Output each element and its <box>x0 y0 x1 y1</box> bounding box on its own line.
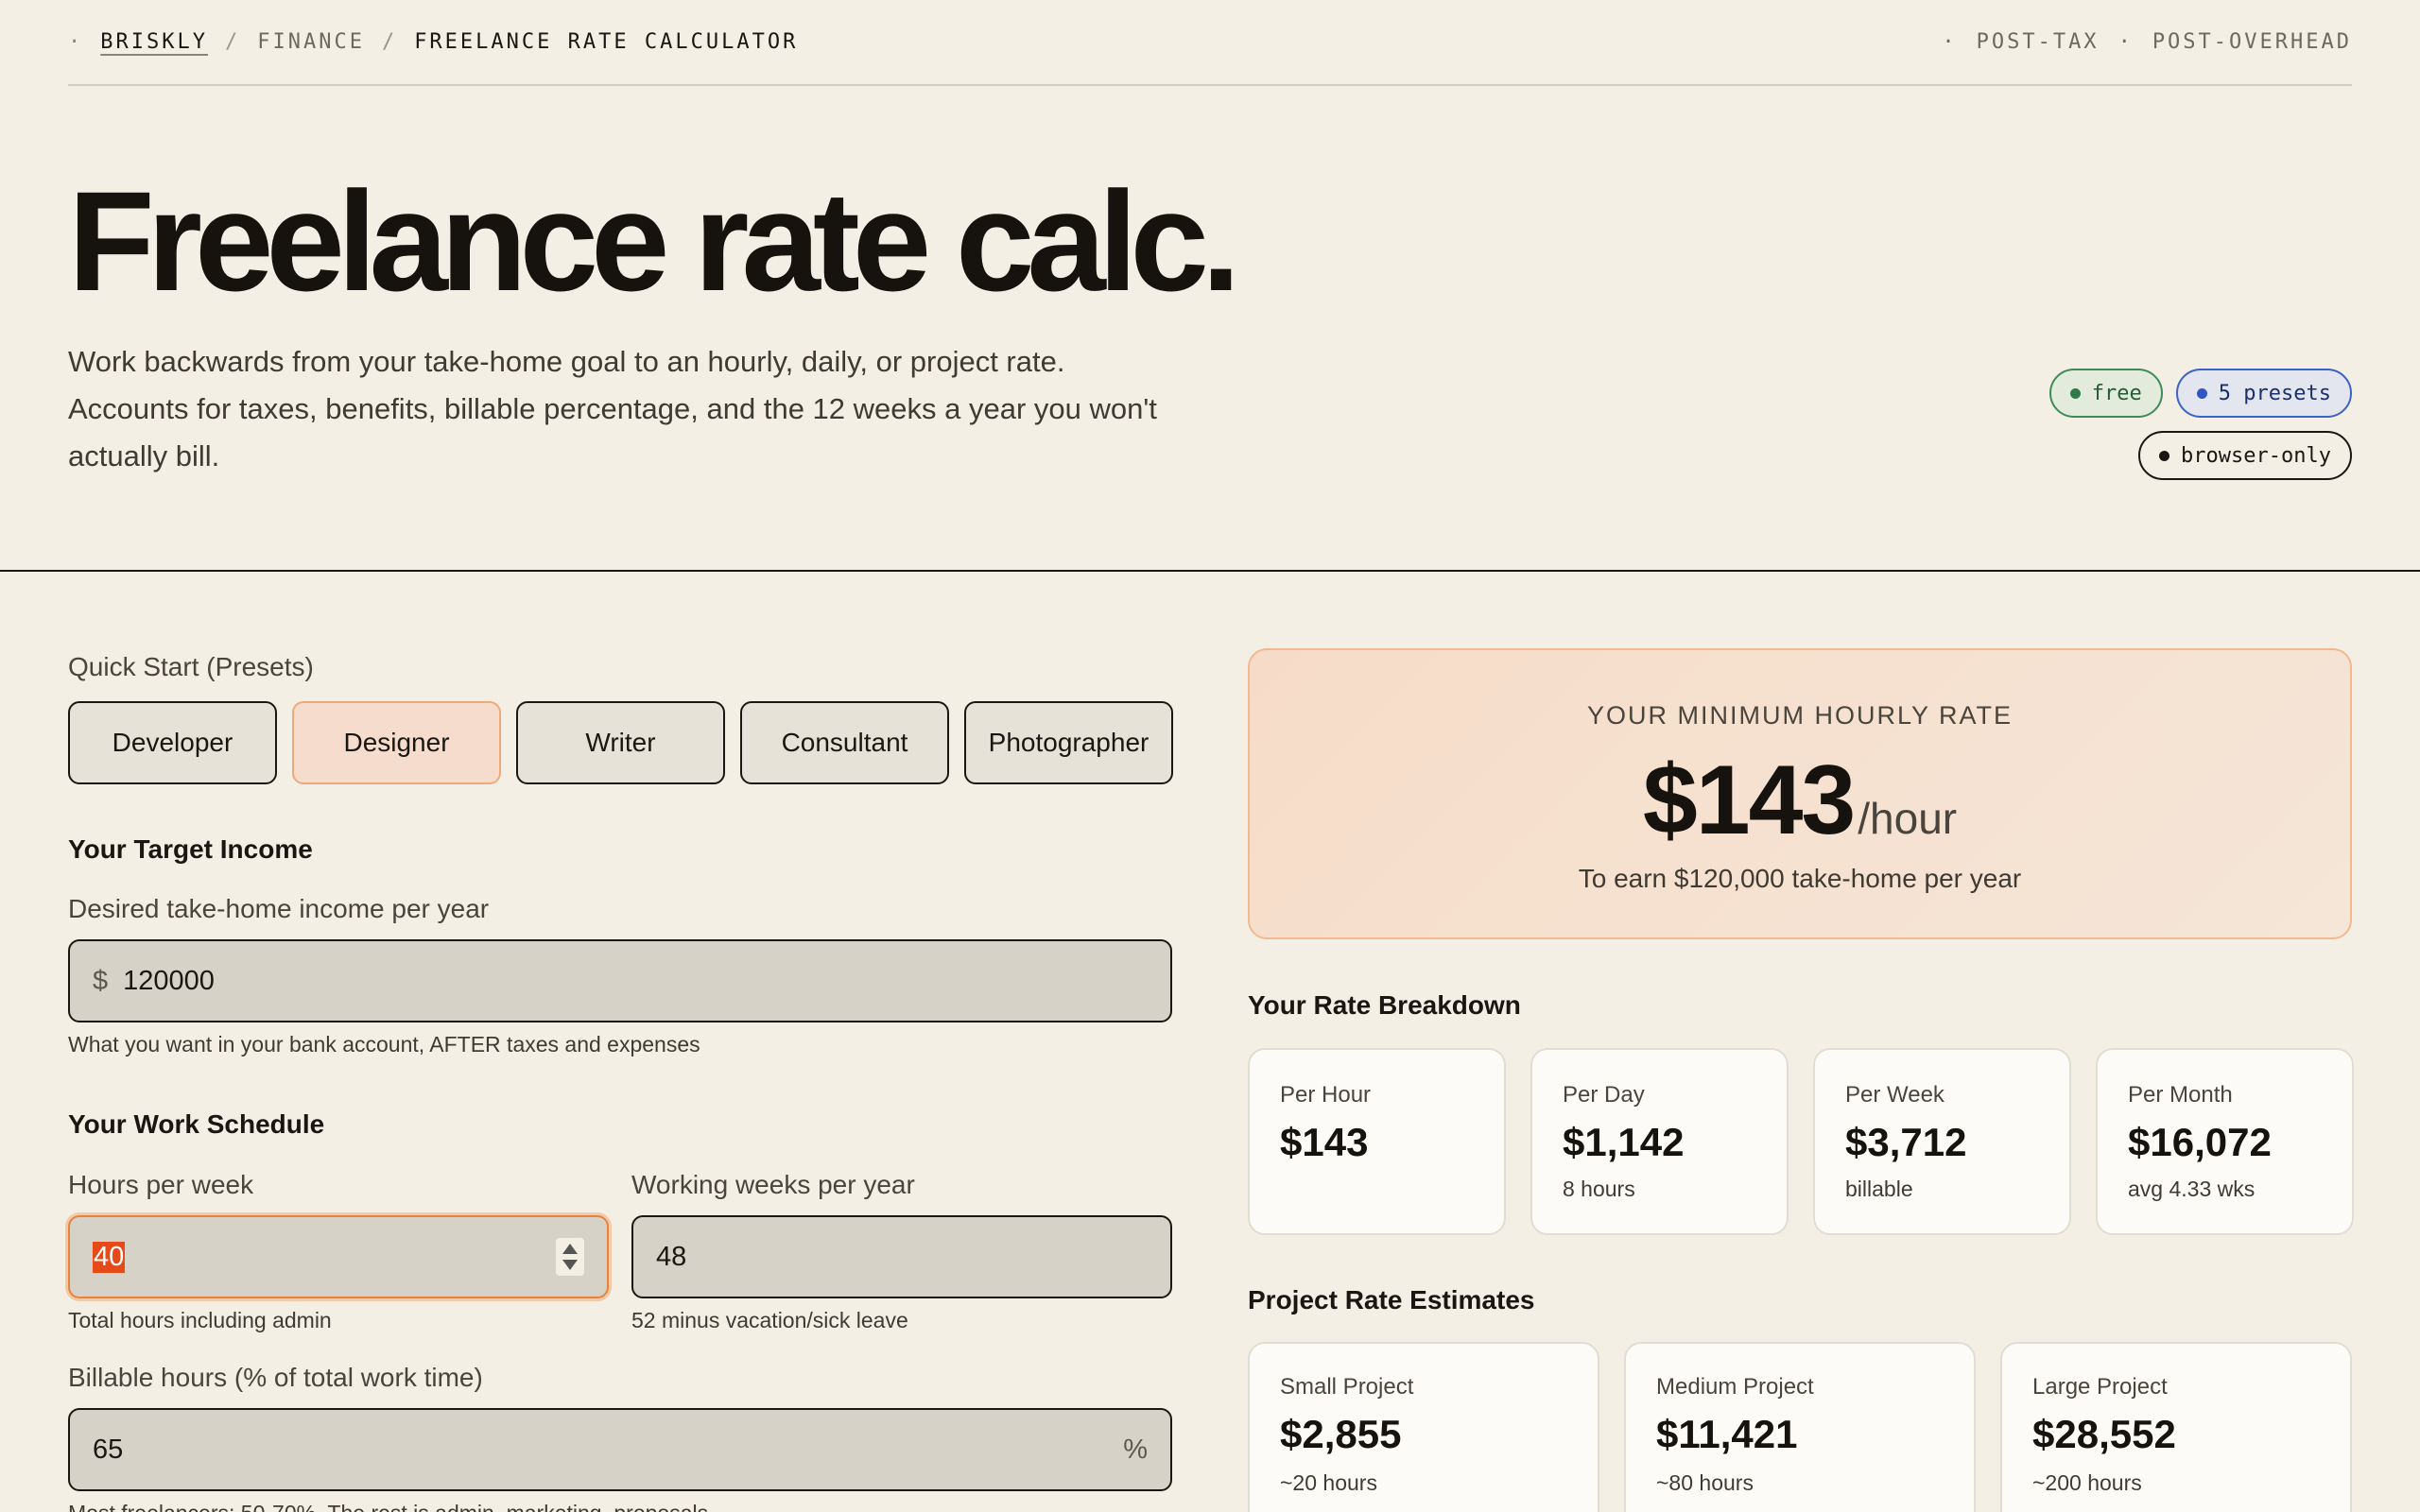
large-project-card: Large Project $28,552 ~200 hours <box>2000 1342 2352 1512</box>
hours-value: 40 <box>93 1241 126 1273</box>
work-schedule-heading: Your Work Schedule <box>68 1109 325 1139</box>
weeks-label: Working weeks per year <box>631 1170 915 1199</box>
chip-label: browser-only <box>2181 443 2331 468</box>
tag-post-overhead: POST-OVERHEAD <box>2152 30 2352 54</box>
preset-writer-button[interactable]: Writer <box>516 701 725 784</box>
currency-prefix: $ <box>93 965 109 996</box>
per-day-card: Per Day $1,142 8 hours <box>1530 1048 1789 1235</box>
billable-value: 65 <box>93 1434 124 1465</box>
per-hour-card: Per Hour $143 <box>1248 1048 1506 1235</box>
per-month-card: Per Month $16,072 avg 4.33 wks <box>2096 1048 2354 1235</box>
card-label: Small Project <box>1280 1374 1414 1400</box>
income-label: Desired take-home income per year <box>68 894 490 923</box>
income-hint: What you want in your bank account, AFTE… <box>68 1032 700 1057</box>
card-note: ~80 hours <box>1656 1470 1754 1495</box>
card-value: $143 <box>1280 1120 1369 1164</box>
dot-icon <box>2069 387 2081 399</box>
card-value: $1,142 <box>1563 1120 1685 1164</box>
section-divider <box>0 570 2420 572</box>
card-value: $3,712 <box>1845 1120 1967 1164</box>
card-value: $28,552 <box>2032 1412 2176 1456</box>
project-estimates-heading: Project Rate Estimates <box>1248 1285 1535 1314</box>
weeks-hint: 52 minus vacation/sick leave <box>631 1308 908 1332</box>
billable-label: Billable hours (% of total work time) <box>68 1363 483 1392</box>
breadcrumb: · BRISKLY / FINANCE / FREELANCE RATE CAL… <box>68 30 798 54</box>
number-stepper[interactable] <box>556 1238 584 1276</box>
preset-photographer-button[interactable]: Photographer <box>964 701 1173 784</box>
breadcrumb-separator: / <box>224 30 241 54</box>
header-tags: · POST-TAX · POST-OVERHEAD <box>1942 30 2352 54</box>
stepper-up-icon[interactable] <box>562 1244 578 1254</box>
preset-consultant-button[interactable]: Consultant <box>740 701 949 784</box>
card-label: Per Day <box>1563 1082 1645 1108</box>
minimum-hourly-rate-card: YOUR MINIMUM HOURLY RATE $143 /hour To e… <box>1248 648 2352 939</box>
breadcrumb-current: FREELANCE RATE CALCULATOR <box>414 30 799 54</box>
card-label: Per Hour <box>1280 1082 1372 1108</box>
billable-percent-input[interactable]: 65 % <box>68 1408 1172 1491</box>
billable-hint: Most freelancers: 50-70%. The rest is ad… <box>68 1501 708 1512</box>
hourly-rate-value: $143 <box>1642 746 1856 855</box>
per-week-card: Per Week $3,712 billable <box>1813 1048 2071 1235</box>
breadcrumb-brand-link[interactable]: BRISKLY <box>100 30 208 54</box>
medium-project-card: Medium Project $11,421 ~80 hours <box>1624 1342 1976 1512</box>
bullet-dot: · <box>68 30 84 54</box>
chip-free: free <box>2048 369 2163 418</box>
weeks-per-year-input[interactable]: 48 <box>631 1215 1172 1298</box>
hours-hint: Total hours including admin <box>68 1308 332 1332</box>
small-project-card: Small Project $2,855 ~20 hours <box>1248 1342 1599 1512</box>
preset-buttons: Developer Designer Writer Consultant Pho… <box>68 701 1173 784</box>
chip-label: 5 presets <box>2218 381 2331 405</box>
income-input[interactable]: $ 120000 <box>68 939 1172 1022</box>
top-bar: · BRISKLY / FINANCE / FREELANCE RATE CAL… <box>68 0 2352 86</box>
card-note: ~200 hours <box>2032 1470 2142 1495</box>
stepper-down-icon[interactable] <box>562 1260 578 1270</box>
presets-label: Quick Start (Presets) <box>68 652 314 681</box>
hourly-rate-subtitle: To earn $120,000 take-home per year <box>1578 864 2022 893</box>
card-note: avg 4.33 wks <box>2128 1177 2256 1201</box>
card-note: ~20 hours <box>1280 1470 1377 1495</box>
page-title: Freelance rate calc. <box>68 162 1241 320</box>
preset-designer-button[interactable]: Designer <box>292 701 501 784</box>
hourly-rate-label: YOUR MINIMUM HOURLY RATE <box>1586 701 2014 730</box>
chip-label: free <box>2091 381 2142 405</box>
chip-presets: 5 presets <box>2175 369 2352 418</box>
hourly-rate-display: $143 /hour <box>1250 745 2350 857</box>
income-value: 120000 <box>123 965 215 996</box>
bullet-dot: · <box>2118 30 2134 54</box>
project-estimate-cards: Small Project $2,855 ~20 hours Medium Pr… <box>1248 1342 2352 1512</box>
card-value: $2,855 <box>1280 1412 1402 1456</box>
weeks-value: 48 <box>656 1241 687 1272</box>
page-description: Work backwards from your take-home goal … <box>68 345 1157 472</box>
card-label: Per Week <box>1845 1082 1945 1108</box>
dot-icon <box>2159 450 2170 461</box>
card-value: $11,421 <box>1656 1412 1798 1456</box>
bullet-dot: · <box>1942 30 1958 54</box>
breadcrumb-finance-link[interactable]: FINANCE <box>257 30 365 54</box>
percent-suffix: % <box>1123 1434 1148 1465</box>
card-note: 8 hours <box>1563 1177 1635 1201</box>
hours-per-week-input[interactable]: 40 <box>68 1215 609 1298</box>
target-income-heading: Your Target Income <box>68 834 313 864</box>
card-label: Medium Project <box>1656 1374 1814 1400</box>
rate-breakdown-heading: Your Rate Breakdown <box>1248 990 1521 1020</box>
feature-chips: free 5 presets browser-only <box>1974 369 2352 480</box>
dot-icon <box>2196 387 2207 399</box>
preset-developer-button[interactable]: Developer <box>68 701 277 784</box>
rate-breakdown-cards: Per Hour $143 Per Day $1,142 8 hours Per… <box>1248 1048 2354 1235</box>
card-value: $16,072 <box>2128 1120 2272 1164</box>
card-label: Large Project <box>2032 1374 2168 1400</box>
card-note: billable <box>1845 1177 1913 1201</box>
hourly-rate-unit: /hour <box>1858 794 1958 843</box>
chip-browser-only: browser-only <box>2138 431 2352 480</box>
breadcrumb-separator: / <box>381 30 398 54</box>
card-label: Per Month <box>2128 1082 2233 1108</box>
tag-post-tax: POST-TAX <box>1976 30 2100 54</box>
hours-label: Hours per week <box>68 1170 254 1199</box>
